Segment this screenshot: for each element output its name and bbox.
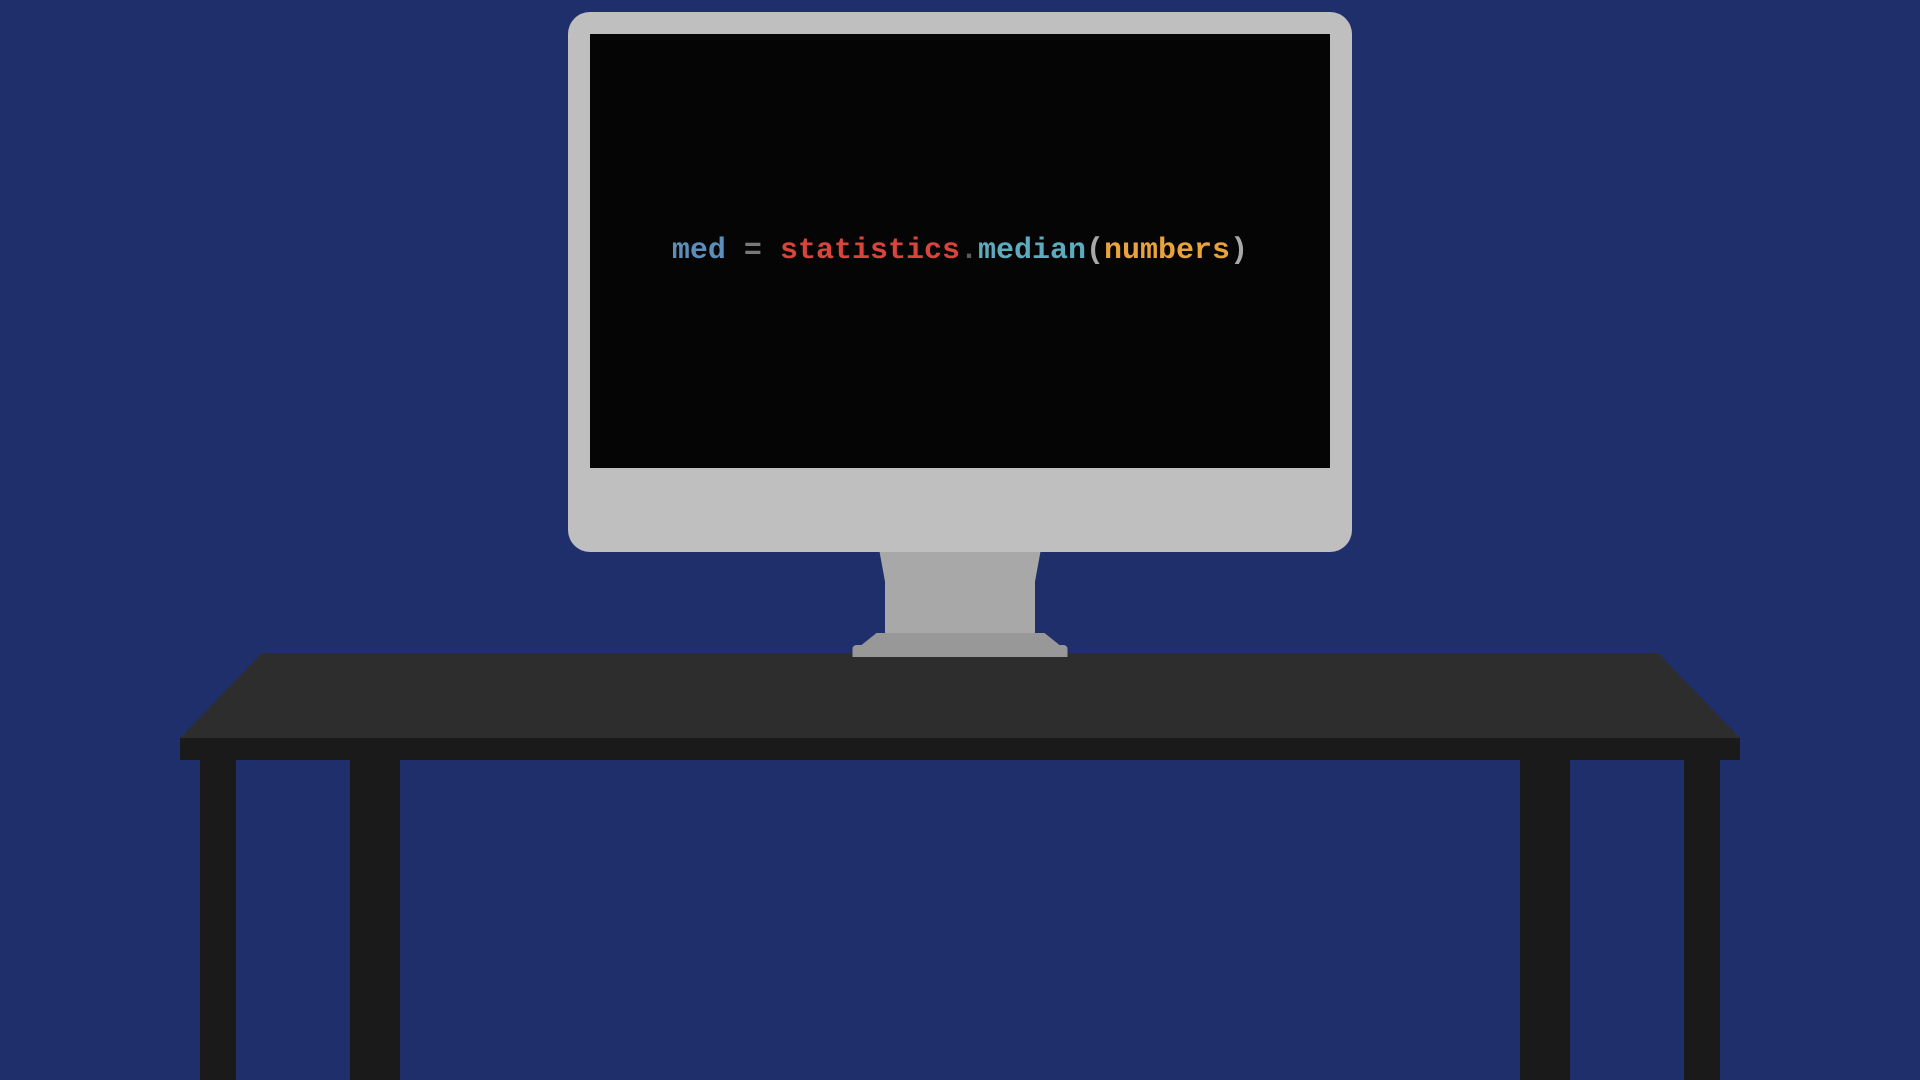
code-operator: = xyxy=(726,234,780,268)
monitor-screen: med = statistics.median(numbers) xyxy=(590,34,1330,468)
code-line: med = statistics.median(numbers) xyxy=(672,234,1248,268)
desk-leg xyxy=(350,758,400,1080)
code-paren-close: ) xyxy=(1230,234,1248,268)
code-module: statistics xyxy=(780,234,960,268)
code-paren-open: ( xyxy=(1086,234,1104,268)
monitor-neck xyxy=(885,546,1035,636)
desk-top xyxy=(180,653,1740,738)
code-method: median xyxy=(978,234,1086,268)
monitor-stand-base xyxy=(853,645,1068,657)
desk-leg xyxy=(200,760,236,1080)
code-argument: numbers xyxy=(1104,234,1230,268)
desk-leg xyxy=(1684,760,1720,1080)
code-variable: med xyxy=(672,234,726,268)
desk-edge xyxy=(180,738,1740,760)
code-dot: . xyxy=(960,234,978,268)
desk-leg xyxy=(1520,758,1570,1080)
monitor-bezel: med = statistics.median(numbers) xyxy=(568,12,1352,552)
